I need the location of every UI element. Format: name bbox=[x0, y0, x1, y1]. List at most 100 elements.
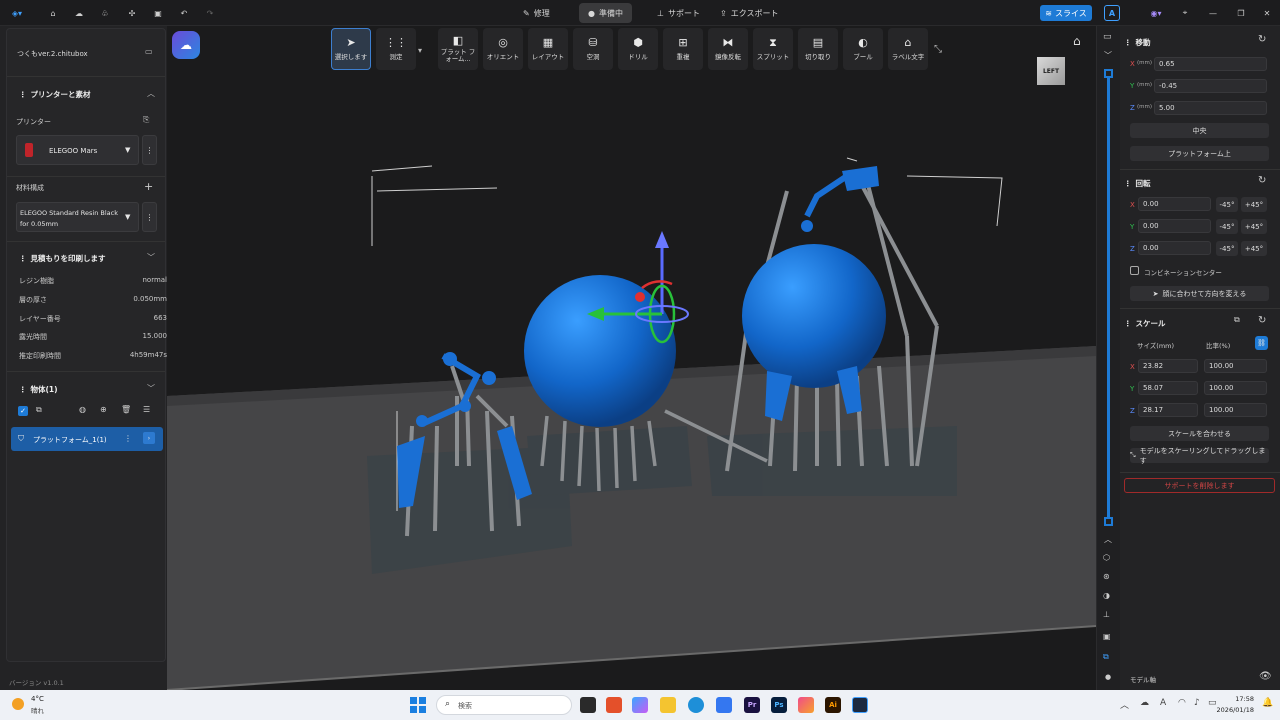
reset-rotate-icon[interactable]: ↻ bbox=[1258, 175, 1266, 186]
scale-z-size-input[interactable]: 28.17 bbox=[1138, 403, 1198, 417]
tool-drill[interactable]: ⬢ ドリル bbox=[618, 28, 658, 70]
photoshop-icon[interactable]: Ps bbox=[771, 697, 787, 713]
printer-select[interactable]: ELEGOO Mars ▼ bbox=[16, 135, 139, 165]
fit-scale-button[interactable]: スケールを合わせる bbox=[1130, 426, 1269, 441]
undo-icon[interactable]: ↶ bbox=[177, 5, 191, 21]
objects-section-header[interactable]: ⋮ 物体(1) bbox=[19, 384, 58, 395]
view-box-icon[interactable]: ▣ bbox=[1103, 632, 1111, 641]
rotate-x-plus45-button[interactable]: +45° bbox=[1241, 197, 1267, 212]
tool-split[interactable]: ⧗ スプリット bbox=[753, 28, 793, 70]
close-icon[interactable]: ✕ bbox=[1260, 5, 1274, 21]
rotate-y-input[interactable]: 0.00 bbox=[1138, 219, 1211, 233]
tab-repair[interactable]: ✎ 修理 bbox=[514, 3, 559, 23]
tool-duplicate[interactable]: ⊞ 重複 bbox=[663, 28, 703, 70]
item-more-icon[interactable]: ⋮ bbox=[124, 434, 132, 443]
user-avatar-icon[interactable]: ◉▾ bbox=[1144, 5, 1168, 21]
combination-center-checkbox[interactable] bbox=[1130, 266, 1139, 275]
pin-icon[interactable]: ⌖ bbox=[1178, 5, 1192, 21]
scale-x-ratio-input[interactable]: 100.00 bbox=[1204, 359, 1267, 373]
edge-icon[interactable] bbox=[688, 697, 704, 713]
chevron-up-icon[interactable]: ︿ bbox=[147, 88, 155, 99]
app-logo-icon[interactable]: ◈▾ bbox=[6, 5, 28, 21]
tool-platform[interactable]: ◧ プラット フォーム... bbox=[438, 28, 478, 70]
mail-icon[interactable] bbox=[716, 697, 732, 713]
add-material-icon[interactable]: + bbox=[144, 180, 153, 193]
scale-y-size-input[interactable]: 58.07 bbox=[1138, 381, 1198, 395]
copilot-icon[interactable] bbox=[632, 697, 648, 713]
slice-button[interactable]: ≋ スライス bbox=[1040, 5, 1092, 21]
explorer-icon[interactable] bbox=[660, 697, 676, 713]
move-x-input[interactable]: 0.65 bbox=[1154, 57, 1267, 71]
eye-icon[interactable]: 👁 bbox=[1259, 671, 1272, 682]
drag-scale-button[interactable]: ⤡ モデルをスケーリングしてドラッグします bbox=[1130, 447, 1269, 465]
ime-icon[interactable]: A bbox=[1160, 698, 1166, 708]
plugin-icon[interactable]: ♧ bbox=[98, 5, 112, 21]
printer-more-icon[interactable]: ⋮ bbox=[142, 135, 157, 165]
collapse-toolbar-icon[interactable]: ⤡ bbox=[934, 44, 942, 55]
volume-icon[interactable]: ♪ bbox=[1194, 698, 1200, 708]
view-support-icon[interactable]: ⊥ bbox=[1103, 610, 1110, 619]
redo-icon[interactable]: ↷ bbox=[203, 5, 217, 21]
layer-top-handle[interactable] bbox=[1104, 69, 1113, 78]
illustrator-icon[interactable]: Ai bbox=[825, 697, 841, 713]
rotate-y-plus45-button[interactable]: +45° bbox=[1241, 219, 1267, 234]
material-more-icon[interactable]: ⋮ bbox=[142, 202, 157, 232]
network-icon[interactable]: ✣ bbox=[125, 5, 139, 21]
scale-lock-icon[interactable]: ⧉ bbox=[1234, 315, 1240, 325]
ai-assistant-icon[interactable]: ☁ bbox=[172, 31, 200, 59]
tab-prepare[interactable]: ● 準備中 bbox=[579, 3, 632, 23]
minimize-icon[interactable]: — bbox=[1206, 5, 1220, 21]
chevron-down-icon[interactable]: ﹀ bbox=[147, 383, 155, 394]
view-shade-icon[interactable]: ◑ bbox=[1103, 591, 1110, 600]
tray-chevron-icon[interactable]: ︿ bbox=[1120, 698, 1129, 711]
center-button[interactable]: 中央 bbox=[1130, 123, 1269, 138]
add-object-icon[interactable]: ⊕ bbox=[100, 405, 107, 414]
task-view-icon[interactable] bbox=[580, 697, 596, 713]
dot-icon[interactable]: ● bbox=[1105, 673, 1111, 681]
object-list-item[interactable]: ⛉ プラットフォーム_1(1) ⋮ › bbox=[11, 427, 163, 451]
tool-measure[interactable]: ⋮⋮ 測定 bbox=[376, 28, 416, 70]
delete-icon[interactable]: 🗑 bbox=[121, 405, 131, 414]
notification-icon[interactable]: 🔔 bbox=[1262, 698, 1273, 708]
group-icon[interactable]: ⧉ bbox=[36, 405, 42, 415]
view-iso-icon[interactable]: ⬡ bbox=[1103, 553, 1110, 562]
view-layers-icon[interactable]: ⧉ bbox=[1103, 652, 1109, 662]
tab-export[interactable]: ⇪ エクスポート bbox=[711, 3, 787, 23]
onedrive-icon[interactable]: ☁ bbox=[1140, 698, 1149, 708]
windows-start-icon[interactable] bbox=[410, 697, 426, 713]
scale-x-size-input[interactable]: 23.82 bbox=[1138, 359, 1198, 373]
view-cube[interactable]: LEFT bbox=[1037, 57, 1065, 85]
layer-bottom-handle[interactable] bbox=[1104, 517, 1113, 526]
tool-select[interactable]: ➤ 選択します bbox=[331, 28, 371, 70]
view-grid-icon[interactable]: ⊛ bbox=[1103, 572, 1110, 581]
tool-hollow[interactable]: ⛁ 空洞 bbox=[573, 28, 613, 70]
taskbar-search[interactable]: ⌕ 検索 bbox=[436, 695, 572, 715]
measure-dropdown-icon[interactable]: ▾ bbox=[418, 46, 422, 55]
rotate-z-plus45-button[interactable]: +45° bbox=[1241, 241, 1267, 256]
tool-orient[interactable]: ◎ オリエント bbox=[483, 28, 523, 70]
scale-z-ratio-input[interactable]: 100.00 bbox=[1204, 403, 1267, 417]
instagram-icon[interactable] bbox=[798, 697, 814, 713]
sidebar-toggle-icon[interactable]: ▭ bbox=[1103, 32, 1112, 42]
estimate-section-header[interactable]: ⋮ 見積もりを印刷します bbox=[19, 253, 106, 264]
rotate-x-input[interactable]: 0.00 bbox=[1138, 197, 1211, 211]
on-platform-button[interactable]: プラットフォーム上 bbox=[1130, 146, 1269, 161]
scale-y-ratio-input[interactable]: 100.00 bbox=[1204, 381, 1267, 395]
chevron-up-icon[interactable]: ︿ bbox=[1104, 534, 1112, 545]
weather-icon[interactable] bbox=[12, 698, 24, 710]
rotate-z-input[interactable]: 0.00 bbox=[1138, 241, 1211, 255]
premiere-icon[interactable]: Pr bbox=[744, 697, 760, 713]
tool-boolean[interactable]: ◐ ブール bbox=[843, 28, 883, 70]
chevron-down-icon[interactable]: ﹀ bbox=[1104, 50, 1112, 61]
panel-toggle-icon[interactable]: ▭ bbox=[145, 47, 153, 56]
printer-settings-icon[interactable]: ⎘ bbox=[143, 115, 149, 125]
move-z-input[interactable]: 5.00 bbox=[1154, 101, 1267, 115]
printer-section-header[interactable]: ⋮ プリンターと素材 bbox=[19, 89, 91, 100]
rotate-y-minus45-button[interactable]: -45° bbox=[1216, 219, 1238, 234]
item-expand-icon[interactable]: › bbox=[143, 432, 155, 444]
select-all-checkbox[interactable]: ✓ bbox=[18, 406, 28, 416]
rotate-x-minus45-button[interactable]: -45° bbox=[1216, 197, 1238, 212]
face-align-button[interactable]: ➤ 顔に合わせて方向を変える bbox=[1130, 286, 1269, 301]
list-settings-icon[interactable]: ☰ bbox=[143, 405, 150, 414]
move-y-input[interactable]: -0.45 bbox=[1154, 79, 1267, 93]
